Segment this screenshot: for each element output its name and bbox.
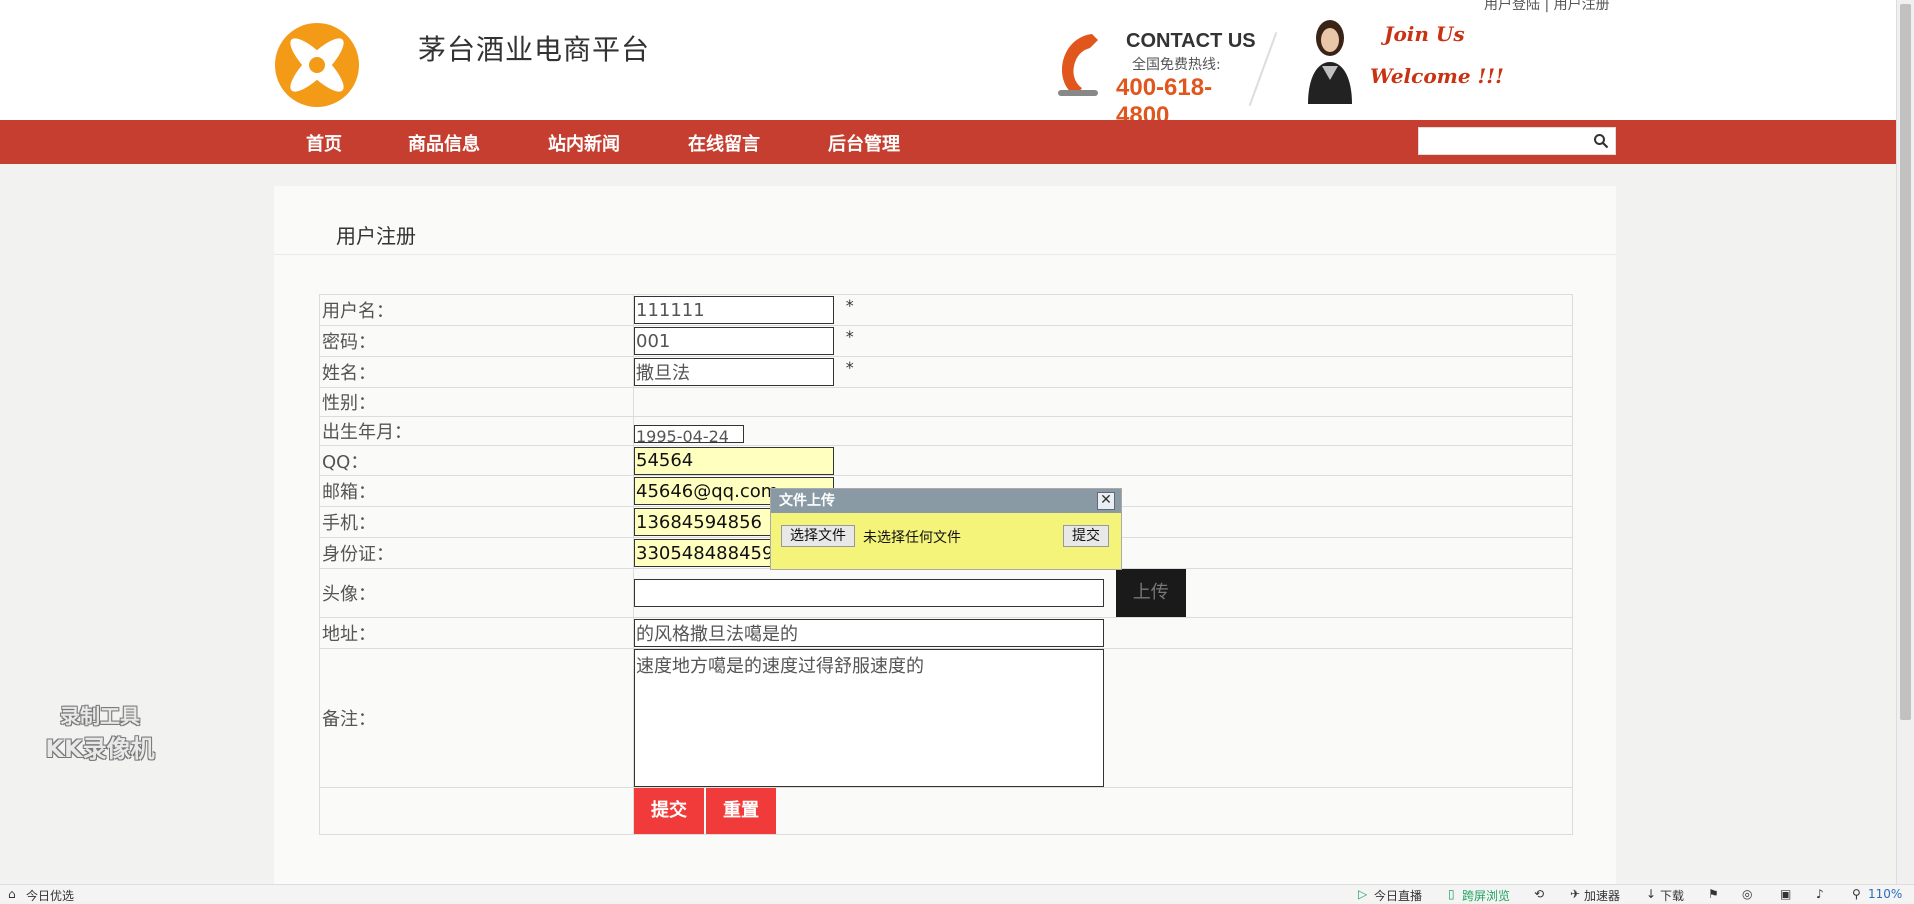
title-divider — [274, 254, 1616, 255]
refresh-icon[interactable]: ⟲ — [1534, 887, 1544, 901]
vertical-scrollbar[interactable] — [1896, 0, 1914, 884]
birth-date-input[interactable]: 1995-04-24 — [634, 425, 744, 443]
form-row-avatar: 头像： 上传 — [319, 568, 1573, 618]
status-today-picks[interactable]: 今日优选 — [26, 887, 74, 904]
site-header: 用户登陆 | 用户注册 茅台酒业电商平台 CONTACT US 全国免费热线: … — [0, 0, 1896, 129]
dialog-submit-button[interactable]: 提交 — [1063, 525, 1109, 547]
file-upload-dialog: 文件上传 ✕ 选择文件 未选择任何文件 提交 — [770, 488, 1122, 570]
form-row-birth: 出生年月： 1995-04-24 — [319, 416, 1573, 446]
contact-subtitle: 全国免费热线: — [1132, 57, 1221, 73]
nav-item-messages[interactable]: 在线留言 — [688, 130, 760, 156]
site-logo[interactable] — [274, 22, 360, 108]
status-accelerator[interactable]: 加速器 — [1584, 887, 1620, 904]
search-box — [1418, 127, 1616, 155]
avatar-input[interactable] — [634, 579, 1104, 607]
search-icon[interactable] — [1593, 133, 1609, 149]
form-row-name: 姓名： * — [319, 356, 1573, 388]
main-nav: 首页 商品信息 站内新闻 在线留言 后台管理 — [0, 120, 1896, 164]
site-title: 茅台酒业电商平台 — [418, 33, 651, 66]
close-icon[interactable]: ✕ — [1097, 492, 1115, 510]
form-row-remark: 备注： 速度地方噶是的速度过得舒服速度的 — [319, 648, 1573, 788]
address-input[interactable] — [634, 619, 1104, 647]
status-download[interactable]: 下载 — [1660, 887, 1684, 904]
form-row-gender: 性别： — [319, 387, 1573, 417]
top-links: 用户登陆 | 用户注册 — [1484, 0, 1610, 14]
window-icon[interactable]: ▣ — [1780, 887, 1791, 901]
phone-icon — [1058, 34, 1098, 96]
phone-label: 手机： — [319, 506, 634, 538]
birth-label: 出生年月： — [319, 416, 634, 446]
status-live[interactable]: 今日直播 — [1374, 887, 1422, 904]
login-link[interactable]: 用户登陆 — [1484, 0, 1540, 13]
password-label: 密码： — [319, 325, 634, 357]
qq-input[interactable] — [634, 446, 834, 475]
nav-item-news[interactable]: 站内新闻 — [548, 130, 620, 156]
required-mark: * — [845, 296, 854, 315]
remark-label: 备注： — [319, 648, 634, 788]
dialog-header: 文件上传 ✕ — [771, 489, 1121, 513]
dialog-title: 文件上传 — [779, 493, 835, 509]
idcard-label: 身份证： — [319, 537, 634, 569]
search-input[interactable] — [1419, 128, 1587, 154]
screen-icon: ▯ — [1448, 887, 1455, 901]
flag-icon[interactable]: ⚑ — [1708, 887, 1719, 901]
page-title: 用户注册 — [336, 224, 416, 248]
sound-icon[interactable]: ♪ — [1816, 887, 1824, 901]
status-screen-browse[interactable]: 跨屏浏览 — [1462, 887, 1510, 904]
welcome-text: Welcome !!! — [1370, 64, 1504, 88]
browser-status-bar: ⌂ 今日优选 ▷ 今日直播 ▯ 跨屏浏览 ⟲ ✈ 加速器 ↓ 下载 ⚑ ◎ ▣ … — [0, 884, 1914, 904]
form-row-password: 密码： * — [319, 325, 1573, 357]
join-us-text: Join Us — [1384, 22, 1465, 46]
reset-button[interactable]: 重置 — [706, 788, 776, 834]
password-input[interactable] — [634, 327, 834, 355]
register-link[interactable]: 用户注册 — [1554, 0, 1610, 13]
watermark-line1: 录制工具 — [60, 704, 140, 728]
accelerator-icon: ✈ — [1570, 887, 1581, 901]
username-input[interactable] — [634, 296, 834, 324]
form-row-actions: 提交 重置 — [319, 787, 1573, 835]
download-icon: ↓ — [1646, 887, 1657, 901]
qq-label: QQ： — [319, 445, 634, 476]
name-input[interactable] — [634, 358, 834, 386]
contact-title: CONTACT US — [1126, 30, 1256, 52]
watermark-line2: KK录像机 — [45, 735, 155, 763]
link-separator: | — [1544, 0, 1550, 13]
upload-button[interactable]: 上传 — [1115, 569, 1186, 617]
email-label: 邮箱： — [319, 475, 634, 507]
avatar-label: 头像： — [319, 568, 634, 618]
name-label: 姓名： — [319, 356, 634, 388]
address-label: 地址： — [319, 617, 634, 649]
submit-button[interactable]: 提交 — [634, 788, 704, 834]
form-row-address: 地址： — [319, 617, 1573, 649]
remark-textarea[interactable]: 速度地方噶是的速度过得舒服速度的 — [634, 649, 1104, 787]
required-mark: * — [845, 358, 854, 377]
scrollbar-thumb[interactable] — [1900, 4, 1911, 720]
contact-banner: CONTACT US 全国免费热线: 400-618-4800 — [1052, 18, 1262, 129]
username-label: 用户名： — [319, 294, 634, 326]
gender-label: 性别： — [319, 387, 634, 417]
status-left-icon: ⌂ — [8, 887, 16, 901]
nav-item-home[interactable]: 首页 — [306, 130, 342, 156]
form-row-username: 用户名： * — [319, 294, 1573, 326]
required-mark: * — [845, 327, 854, 346]
zoom-icon: ⚲ — [1852, 887, 1861, 901]
play-icon: ▷ — [1358, 887, 1368, 901]
choose-file-button[interactable]: 选择文件 — [781, 525, 855, 547]
form-row-qq: QQ： — [319, 445, 1573, 476]
gender-options[interactable] — [633, 387, 1573, 417]
status-zoom[interactable]: 110% — [1868, 887, 1902, 901]
nav-item-products[interactable]: 商品信息 — [408, 130, 480, 156]
browser-icon[interactable]: ◎ — [1742, 887, 1752, 901]
model-photo — [1308, 20, 1352, 104]
recorder-watermark: 录制工具 KK录像机 — [30, 700, 170, 764]
nav-item-admin[interactable]: 后台管理 — [828, 130, 900, 156]
file-status-text: 未选择任何文件 — [863, 530, 961, 546]
